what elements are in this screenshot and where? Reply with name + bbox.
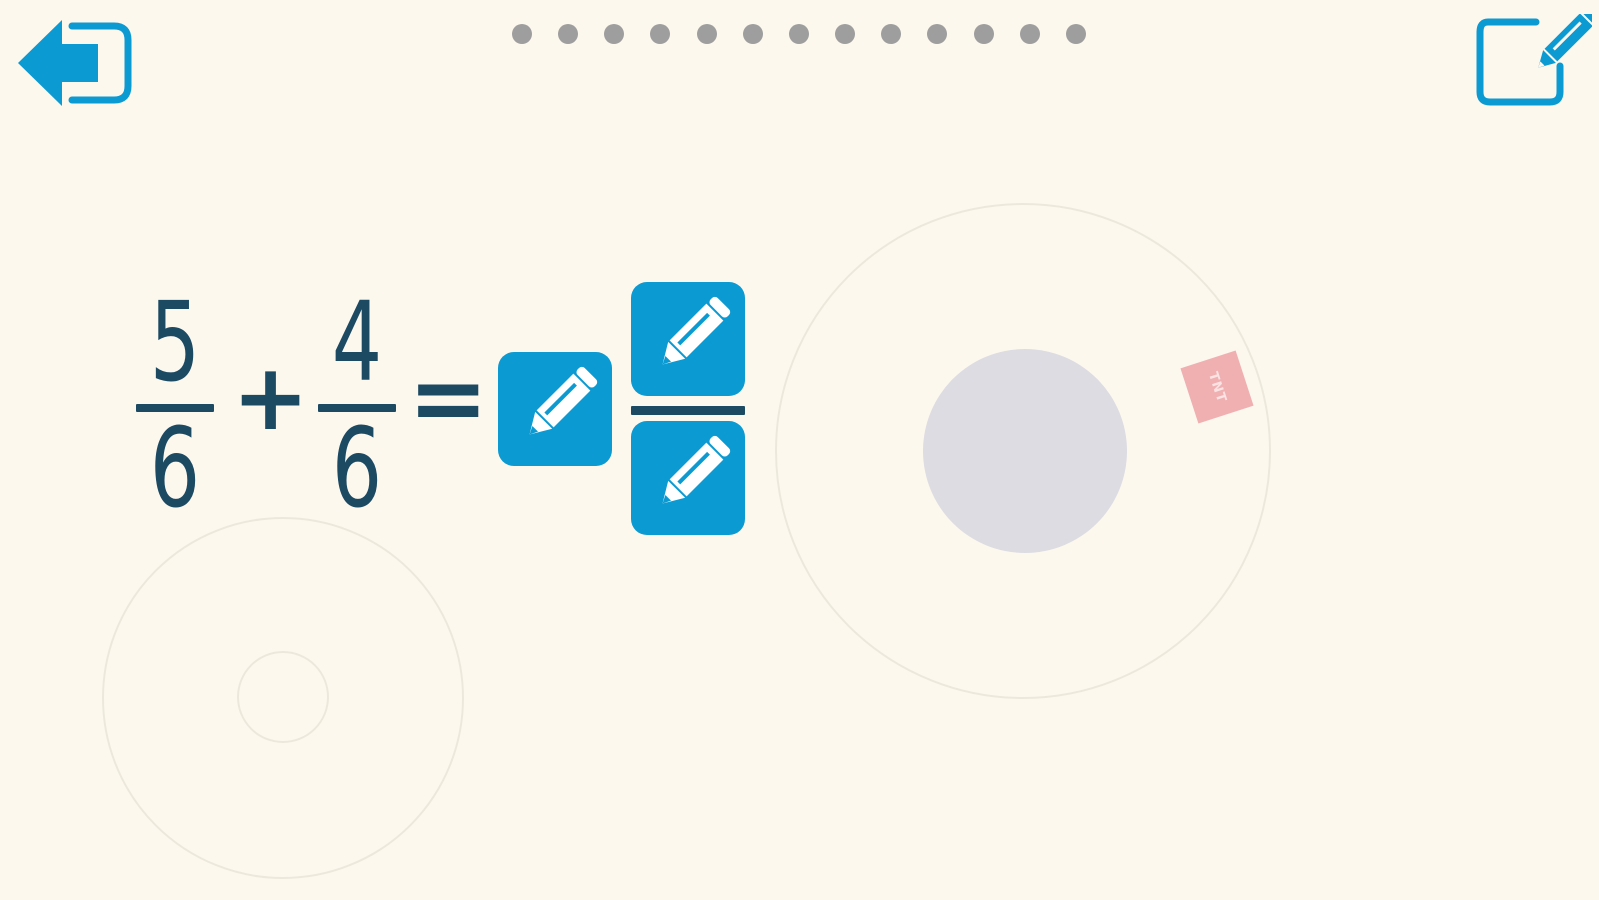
answer-numerator-input[interactable] [631, 282, 745, 396]
term-2-denominator: 6 [331, 404, 383, 532]
equals-sign: = [408, 342, 489, 454]
progress-dot [742, 24, 763, 44]
answer-denominator-input[interactable] [631, 421, 745, 535]
term-2-numerator: 4 [331, 278, 383, 406]
plus-operator: + [232, 344, 310, 451]
pencil-icon [662, 296, 731, 365]
progress-dot [696, 24, 717, 44]
exit-arrow-icon [18, 20, 132, 106]
progress-dot [558, 24, 579, 44]
progress-dot [927, 24, 948, 44]
fraction-term-1: 5 6 [136, 278, 214, 523]
progress-dot [512, 24, 532, 44]
answer-whole-input[interactable] [498, 352, 612, 466]
answer-fraction-bar [631, 406, 745, 415]
edit-note-icon [1476, 7, 1599, 106]
term-1-numerator: 5 [149, 278, 201, 406]
progress-dot [835, 24, 856, 44]
pencil-icon [662, 435, 731, 504]
exit-button[interactable] [14, 14, 136, 112]
progress-dot [604, 24, 625, 44]
tnt-label: TNT [1204, 369, 1230, 405]
progress-dot [1019, 24, 1040, 44]
term-1-denominator: 6 [149, 404, 201, 532]
progress-dots [512, 24, 1086, 44]
progress-dot [788, 24, 809, 44]
game-screen: 5 6 + 4 6 = TNT [0, 0, 1599, 900]
pencil-icon [529, 366, 598, 435]
left-joystick-knob[interactable] [237, 651, 329, 743]
progress-dot [973, 24, 994, 44]
progress-dot [881, 24, 902, 44]
fraction-term-2: 4 6 [318, 278, 396, 523]
progress-dot [1065, 24, 1086, 44]
edit-button[interactable] [1476, 7, 1599, 106]
progress-dot [650, 24, 671, 44]
right-joystick-knob[interactable] [923, 349, 1127, 553]
